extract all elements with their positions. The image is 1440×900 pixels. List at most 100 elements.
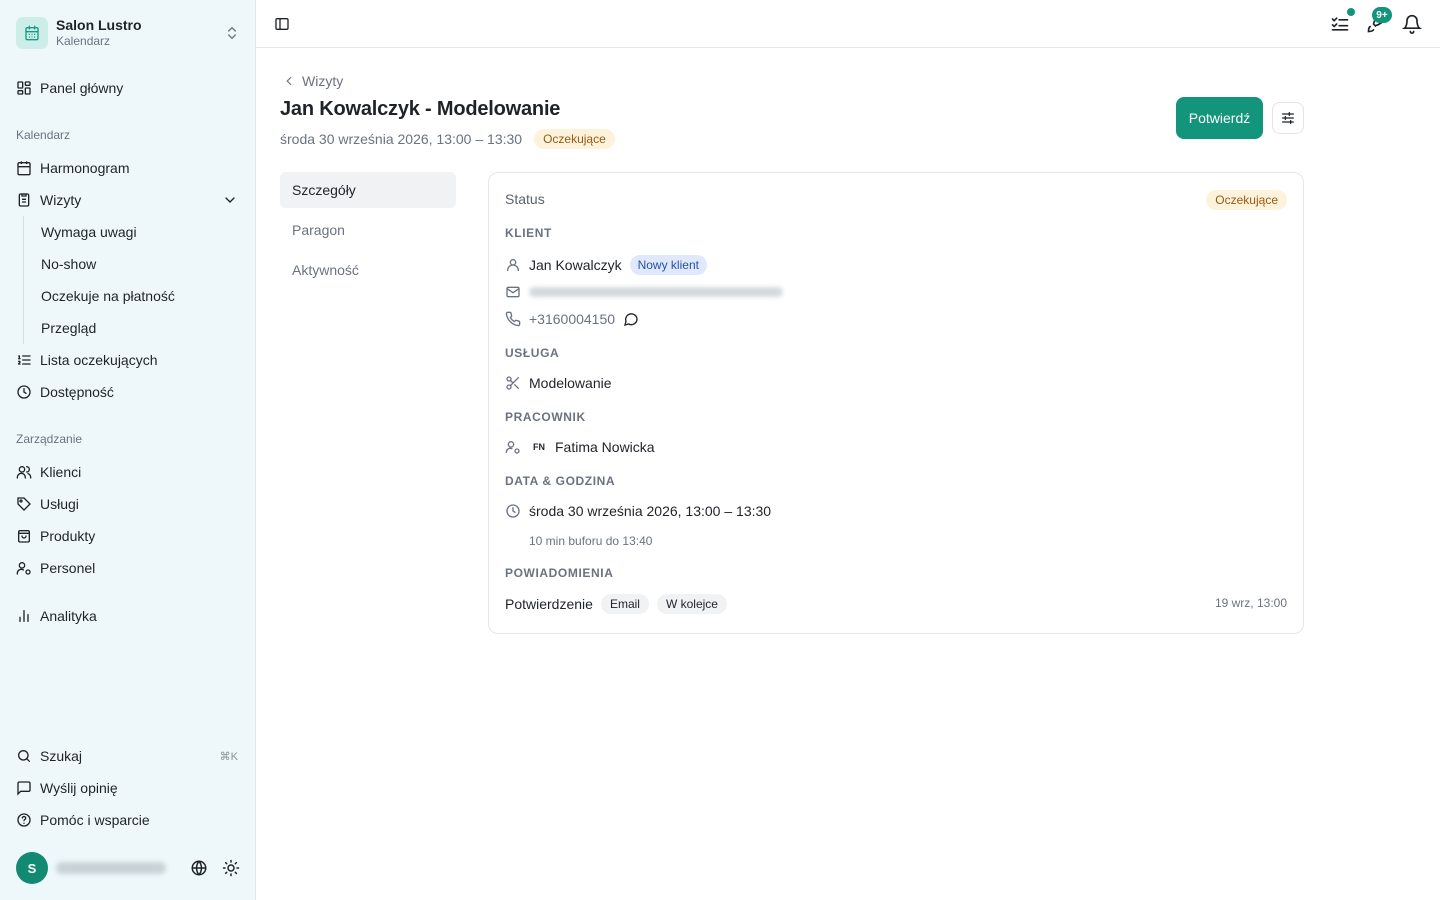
updates-badge: 9+: [1372, 7, 1392, 23]
status-badge: Oczekujące: [534, 129, 615, 149]
datetime-row: środa 30 września 2026, 13:00 – 13:30: [505, 503, 771, 519]
sidebar-item-label: Klienci: [40, 464, 82, 480]
breadcrumb[interactable]: Wizyty: [282, 73, 343, 89]
avatar[interactable]: S: [16, 852, 48, 884]
sidebar-item-staff[interactable]: Personel: [8, 554, 248, 582]
calendar-icon: [16, 17, 48, 49]
tab-activity[interactable]: Aktywność: [280, 252, 456, 288]
sliders-icon: [1282, 112, 1294, 124]
status-label: Status: [505, 191, 545, 207]
shopping-bag-icon: [18, 530, 30, 543]
sidebar-item-label: Panel główny: [40, 80, 124, 96]
sidebar-item-label: Wyślij opinię: [40, 780, 118, 796]
section-label-management: Zarządzanie: [16, 432, 83, 446]
clipboard-icon: [18, 193, 30, 207]
section-datetime: DATA & GODZINA: [505, 474, 616, 488]
tab-receipt[interactable]: Paragon: [280, 212, 456, 248]
search-shortcut: ⌘K: [219, 750, 238, 763]
message-circle-icon[interactable]: [623, 311, 639, 327]
sidebar-item-dashboard[interactable]: Panel główny: [8, 74, 248, 102]
user-email-redacted: [56, 862, 166, 874]
section-service: USŁUGA: [505, 346, 560, 360]
sidebar-item-label: Harmonogram: [40, 160, 130, 176]
bar-chart-icon: [19, 610, 29, 622]
phone-icon: [505, 311, 521, 327]
section-label-calendar: Kalendarz: [16, 128, 71, 142]
sidebar-item-label: Personel: [40, 560, 96, 576]
sidebar-item-waitlist[interactable]: Lista oczekujących: [8, 346, 248, 374]
sidebar-item-schedule[interactable]: Harmonogram: [8, 154, 248, 182]
sidebar-subitem-no-show[interactable]: No-show: [22, 250, 242, 278]
page-subtitle: środa 30 września 2026, 13:00 – 13:30 Oc…: [280, 129, 615, 149]
sidebar-item-analytics[interactable]: Analityka: [8, 602, 248, 630]
org-switcher[interactable]: Salon Lustro Kalendarz: [16, 14, 240, 52]
staff-initials: FN: [533, 442, 545, 452]
sidebar-item-feedback[interactable]: Wyślij opinię: [8, 774, 248, 802]
users-icon: [16, 466, 32, 479]
chevrons-up-down-icon: [228, 26, 236, 40]
section-staff: PRACOWNIK: [505, 410, 586, 424]
dashboard-icon: [17, 81, 31, 95]
sidebar-item-visits[interactable]: Wizyty: [8, 186, 248, 214]
sidebar-item-products[interactable]: Produkty: [8, 522, 248, 550]
new-client-badge: Nowy klient: [629, 255, 707, 275]
section-client: KLIENT: [505, 226, 552, 240]
help-circle-icon: [17, 813, 31, 827]
notification-time: 19 wrz, 13:00: [1214, 596, 1287, 610]
scissors-icon: [506, 376, 519, 390]
breadcrumb-label: Wizyty: [302, 73, 344, 89]
page-title: Jan Kowalczyk - Modelowanie: [280, 98, 561, 120]
client-name-row: Jan Kowalczyk Nowy klient: [505, 255, 707, 275]
clock-icon: [506, 504, 520, 518]
user-cog-icon: [16, 562, 31, 575]
staff-row: FN Fatima Nowicka: [505, 439, 655, 455]
sidebar-item-label: Usługi: [40, 496, 79, 512]
sidebar-item-label: Analityka: [40, 608, 97, 624]
sidebar-item-clients[interactable]: Klienci: [8, 458, 248, 486]
topbar: 9+: [256, 0, 1440, 48]
confirm-button[interactable]: Potwierdź: [1176, 97, 1263, 139]
client-phone-row: +3160004150: [505, 311, 647, 327]
list-ordered-icon: [17, 355, 31, 365]
main-content: 9+ Wizyty Jan Kowalczyk - Modelowanie śr…: [256, 0, 1440, 900]
client-phone[interactable]: +3160004150: [529, 311, 615, 327]
globe-icon[interactable]: [190, 859, 208, 877]
user-cog-icon: [505, 441, 520, 454]
sidebar-subitem-review[interactable]: Przegląd: [22, 314, 242, 342]
sidebar-subitem-attention[interactable]: Wymaga uwagi: [22, 218, 242, 246]
bell-icon[interactable]: [1402, 14, 1422, 34]
sidebar-item-services[interactable]: Usługi: [8, 490, 248, 518]
sidebar-subitem-awaiting-payment[interactable]: Oczekuje na płatność: [22, 282, 242, 310]
buffer-note: 10 min buforu do 13:40: [529, 534, 653, 548]
appointment-datetime: środa 30 września 2026, 13:00 – 13:30: [280, 131, 523, 147]
tab-details[interactable]: Szczegóły: [280, 172, 456, 208]
tasks-indicator-dot: [1347, 8, 1355, 16]
options-button[interactable]: [1272, 102, 1304, 134]
notification-type: Potwierdzenie: [505, 596, 593, 612]
sidebar: Salon Lustro Kalendarz Panel główny Kale…: [0, 0, 256, 900]
sidebar-item-label: Lista oczekujących: [40, 352, 158, 368]
client-email-row: [505, 284, 783, 300]
list-checks-icon[interactable]: [1330, 14, 1350, 34]
sidebar-item-availability[interactable]: Dostępność: [8, 378, 248, 406]
section-notifications: POWIADOMIENIA: [505, 566, 614, 580]
sidebar-item-label: Dostępność: [40, 384, 114, 400]
service-row: Modelowanie: [505, 375, 612, 391]
sun-icon[interactable]: [222, 859, 240, 877]
sidebar-toggle-icon[interactable]: [274, 16, 290, 32]
client-name[interactable]: Jan Kowalczyk: [529, 257, 622, 273]
sidebar-item-help[interactable]: Pomóc i wsparcie: [8, 806, 248, 834]
sidebar-item-label: Produkty: [40, 528, 96, 544]
notification-channel: Email: [600, 594, 649, 614]
sidebar-item-search[interactable]: Szukaj ⌘K: [8, 742, 248, 770]
service-name: Modelowanie: [529, 375, 612, 391]
search-icon: [18, 750, 30, 762]
mail-icon: [506, 286, 520, 298]
org-name: Salon Lustro: [56, 17, 142, 33]
user-icon: [507, 259, 519, 271]
appointment-details-card: Status Oczekujące KLIENT Jan Kowalczyk N…: [488, 172, 1304, 634]
detail-tabs: Szczegóły Paragon Aktywność: [280, 172, 456, 292]
staff-name: Fatima Nowicka: [555, 439, 655, 455]
chevron-down-icon[interactable]: [222, 192, 238, 208]
user-menu[interactable]: S: [16, 852, 240, 884]
